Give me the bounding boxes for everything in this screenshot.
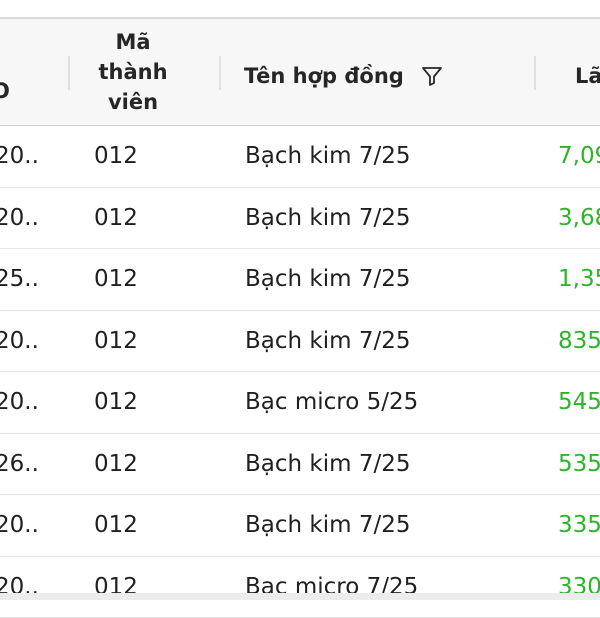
horizontal-scrollbar[interactable]: [0, 593, 600, 600]
member-header-line-3: viên: [90, 87, 176, 117]
cell-id: 20...: [0, 372, 40, 433]
cell-profit: 545: [558, 372, 600, 433]
cell-member-code: 012: [94, 311, 138, 372]
cell-id: 20...: [0, 126, 40, 187]
cell-id: 20...: [0, 557, 40, 618]
cell-profit: 3,68: [558, 188, 600, 249]
cell-contract-name: Bạch kim 7/25: [245, 126, 410, 187]
cell-profit: 335: [558, 495, 600, 556]
filter-icon[interactable]: [420, 64, 444, 88]
cell-profit: 7,09: [558, 126, 600, 187]
cell-contract-name: Bạch kim 7/25: [245, 434, 410, 495]
table-row[interactable]: 25... 012 Bạch kim 7/25 1,35: [0, 249, 600, 311]
table-header: O Mã thành viên Tên hợp đồng Lã: [0, 19, 600, 126]
cell-member-code: 012: [94, 557, 138, 618]
table-row[interactable]: 20... 012 Bạch kim 7/25 335: [0, 495, 600, 557]
cell-member-code: 012: [94, 249, 138, 310]
table-row[interactable]: 20... 012 Bạch kim 7/25 835: [0, 311, 600, 373]
cell-member-code: 012: [94, 495, 138, 556]
cell-contract-name: Bạc micro 7/25: [245, 557, 418, 618]
cell-id: 26...: [0, 434, 40, 495]
cell-member-code: 012: [94, 188, 138, 249]
cell-id: 20...: [0, 311, 40, 372]
cell-profit: 1,35: [558, 249, 600, 310]
cell-contract-name: Bạch kim 7/25: [245, 188, 410, 249]
table-row[interactable]: 20... 012 Bạch kim 7/25 3,68: [0, 188, 600, 250]
column-resize-handle[interactable]: [534, 56, 536, 90]
table-row[interactable]: 20... 012 Bạc micro 7/25 330: [0, 557, 600, 618]
cell-profit: 330: [558, 557, 600, 618]
column-header-profit[interactable]: Lã: [575, 61, 600, 91]
member-header-line-2: thành: [90, 57, 176, 87]
table-row[interactable]: 20... 012 Bạc micro 5/25 545: [0, 372, 600, 434]
cell-contract-name: Bạc micro 5/25: [245, 372, 418, 433]
column-resize-handle[interactable]: [68, 56, 70, 90]
cell-id: 20...: [0, 188, 40, 249]
column-resize-handle[interactable]: [219, 56, 221, 90]
table-row[interactable]: 20... 012 Bạch kim 7/25 7,09: [0, 126, 600, 188]
cell-profit: 835: [558, 311, 600, 372]
cell-id: 20...: [0, 495, 40, 556]
column-header-contract-name[interactable]: Tên hợp đồng: [244, 61, 444, 91]
cell-profit: 535: [558, 434, 600, 495]
table-body: 20... 012 Bạch kim 7/25 7,09 20... 012 B…: [0, 126, 600, 618]
member-header-line-1: Mã: [90, 27, 176, 57]
column-header-member-code[interactable]: Mã thành viên: [90, 27, 176, 117]
cell-contract-name: Bạch kim 7/25: [245, 495, 410, 556]
cell-member-code: 012: [94, 434, 138, 495]
cell-member-code: 012: [94, 126, 138, 187]
cell-member-code: 012: [94, 372, 138, 433]
column-header-id[interactable]: O: [0, 79, 10, 103]
contract-header-label: Tên hợp đồng: [244, 61, 404, 91]
table-row[interactable]: 26... 012 Bạch kim 7/25 535: [0, 434, 600, 496]
cell-id: 25...: [0, 249, 40, 310]
cell-contract-name: Bạch kim 7/25: [245, 249, 410, 310]
cell-contract-name: Bạch kim 7/25: [245, 311, 410, 372]
